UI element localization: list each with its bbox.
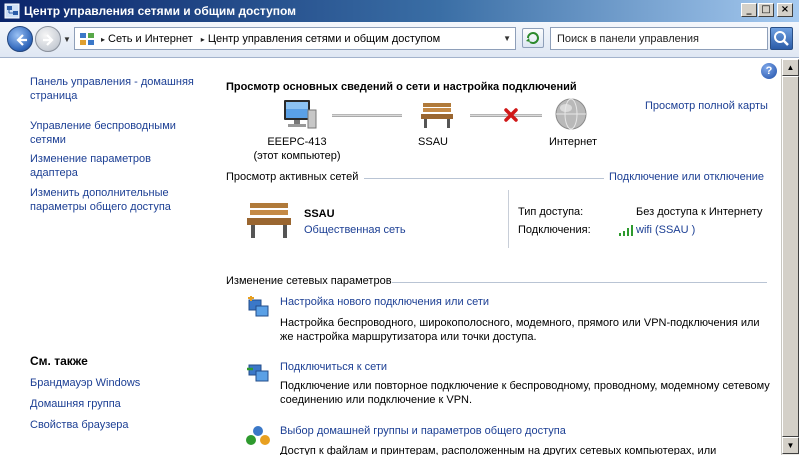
close-button[interactable]: × (777, 3, 793, 17)
recent-pages-dropdown[interactable]: ▼ (63, 35, 71, 44)
network-map-label: SSAU (418, 136, 448, 148)
window-title: Центр управления сетями и общим доступом (24, 4, 297, 18)
scroll-down-button[interactable]: ▼ (782, 437, 799, 454)
main-content: ? Просмотр основных сведений о сети и на… (218, 59, 781, 455)
task-homegroup-sharing-desc: Доступ к файлам и принтерам, расположенн… (280, 445, 717, 455)
minimize-button[interactable]: _ (741, 3, 757, 17)
search-placeholder: Поиск в панели управления (557, 33, 699, 45)
address-toolbar: ▼ ▸ Сеть и Интернет ▸ Центр управления сет… (0, 22, 799, 58)
wifi-connection-link[interactable]: wifi (SSAU ) (636, 224, 695, 236)
network-bench-icon (419, 100, 455, 133)
sidebar: Панель управления - домашняя страница Уп… (0, 59, 218, 455)
computer-icon (278, 98, 318, 135)
sidebar-link-advanced-sharing[interactable]: Изменить дополнительные параметры общего… (30, 186, 200, 214)
new-connection-icon (246, 296, 270, 318)
back-button[interactable] (7, 26, 33, 52)
network-type-link[interactable]: Общественная сеть (304, 224, 406, 236)
see-also-heading: См. также (30, 354, 88, 368)
section-divider (392, 282, 767, 283)
help-button[interactable]: ? (761, 63, 777, 79)
section-divider (364, 178, 604, 179)
arrow-right-icon (43, 34, 54, 46)
task-setup-new-connection-desc: Настройка беспроводного, широкополосного… (280, 317, 760, 343)
change-settings-heading: Изменение сетевых параметров (226, 275, 392, 287)
connect-disconnect-link[interactable]: Подключение или отключение (609, 171, 764, 183)
breadcrumb-network-internet[interactable]: Сеть и Интернет (108, 33, 193, 45)
connect-network-icon (246, 361, 270, 383)
connection-line-computer-network (332, 114, 402, 117)
access-type-label: Тип доступа: (518, 206, 584, 218)
refresh-icon (526, 32, 539, 44)
breadcrumb[interactable]: ▸ Сеть и Интернет ▸ Центр управления сетям… (74, 27, 516, 50)
see-also-firewall[interactable]: Брандмауэр Windows (30, 376, 210, 390)
scroll-thumb[interactable] (782, 76, 799, 437)
this-computer-label: (этот компьютер) (253, 150, 341, 162)
forward-button[interactable] (35, 26, 61, 52)
vertical-scrollbar[interactable]: ▲ ▼ (781, 59, 799, 455)
see-also-homegroup[interactable]: Домашняя группа (30, 397, 210, 411)
sidebar-link-manage-wireless[interactable]: Управление беспроводными сетями (30, 119, 190, 147)
internet-globe-icon (554, 97, 588, 134)
active-networks-heading: Просмотр активных сетей (226, 171, 359, 183)
arrow-left-icon (16, 34, 27, 46)
network-center-icon (4, 3, 20, 19)
homegroup-icon (246, 425, 270, 447)
full-map-link[interactable]: Просмотр полной карты (645, 100, 768, 112)
page-title: Просмотр основных сведений о сети и наст… (226, 81, 577, 93)
address-dropdown[interactable]: ▼ (503, 34, 511, 43)
no-connection-x-icon (503, 107, 519, 126)
scroll-up-button[interactable]: ▲ (782, 59, 799, 76)
network-details-divider (508, 190, 509, 248)
connections-label: Подключения: (518, 224, 591, 236)
refresh-button[interactable] (522, 28, 544, 48)
task-setup-new-connection-link[interactable]: Настройка нового подключения или сети (280, 296, 489, 308)
access-type-value: Без доступа к Интернету (636, 206, 763, 218)
title-bar: Центр управления сетями и общим доступом… (0, 0, 799, 22)
see-also-browser-properties[interactable]: Свойства браузера (30, 418, 210, 432)
sidebar-link-adapter-settings[interactable]: Изменение параметров адаптера (30, 152, 170, 180)
search-input[interactable]: Поиск в панели управления (550, 27, 768, 50)
task-connect-to-network-desc: Подключение или повторное подключение к … (280, 380, 770, 406)
sidebar-link-control-panel-home[interactable]: Панель управления - домашняя страница (30, 75, 210, 103)
wifi-signal-icon (618, 224, 634, 239)
active-network-bench-icon (244, 199, 294, 244)
computer-name-label: EEEPC-413 (267, 136, 327, 148)
task-homegroup-sharing-link[interactable]: Выбор домашней группы и параметров общег… (280, 425, 566, 437)
maximize-button[interactable]: □ (758, 3, 774, 17)
breadcrumb-network-center[interactable]: Центр управления сетями и общим доступом (208, 33, 440, 45)
task-connect-to-network-link[interactable]: Подключиться к сети (280, 361, 387, 373)
search-icon (774, 31, 789, 46)
active-network-name: SSAU (304, 208, 335, 220)
control-panel-icon (79, 31, 95, 47)
search-button[interactable] (770, 27, 793, 50)
internet-label: Интернет (549, 136, 597, 148)
